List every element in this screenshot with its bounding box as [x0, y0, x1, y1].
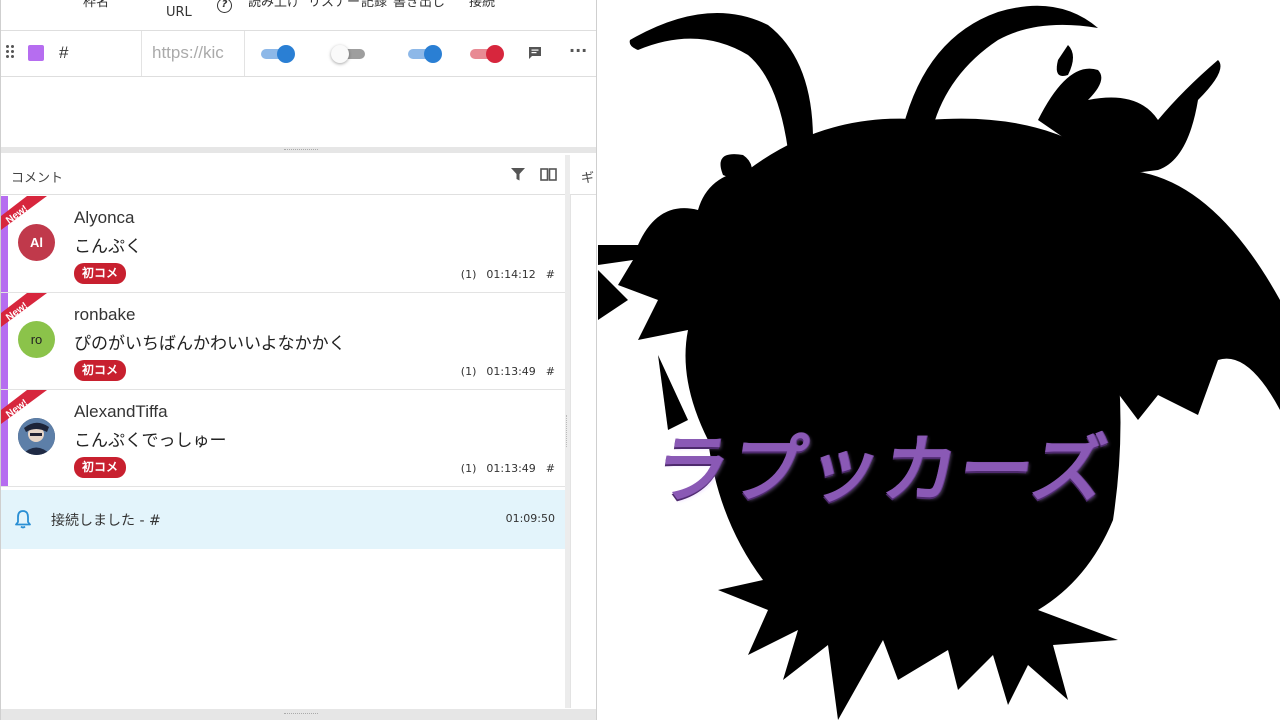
gift-panel-divider	[570, 195, 571, 708]
comment-item[interactable]: New! ro ronbake ぴのがいちばんかわいいよなかかく 初コメ (1)…	[1, 293, 565, 390]
stream-overlay-artwork: ラプッカーズ	[598, 0, 1280, 720]
horizontal-splitter[interactable]	[1, 147, 596, 153]
header-record: 記録	[361, 0, 388, 10]
comment-frame: #	[545, 268, 555, 281]
system-message-row: 接続しました - # 01:09:50	[1, 490, 565, 549]
read-aloud-toggle[interactable]	[259, 44, 295, 64]
comment-time: 01:13:49	[486, 365, 536, 378]
comment-text: こんぷくでっしゅー	[74, 431, 227, 451]
comment-author[interactable]: AlexandTiffa	[74, 402, 168, 422]
columns-icon[interactable]	[540, 168, 557, 181]
comment-count: (1)	[460, 268, 477, 281]
comment-text: こんぷく	[74, 237, 142, 257]
bottom-splitter[interactable]	[1, 709, 596, 720]
drag-handle-icon[interactable]	[6, 45, 16, 61]
connect-toggle[interactable]	[468, 44, 504, 64]
comment-meta: (1) 01:13:49 #	[461, 365, 555, 378]
gift-panel-title: ギ	[581, 171, 595, 186]
comment-meta: (1) 01:13:49 #	[461, 462, 555, 475]
comment-meta: (1) 01:14:12 #	[461, 268, 555, 281]
header-listener: リスナー	[308, 0, 361, 10]
header-read-aloud: 読み上げ	[248, 0, 301, 10]
help-icon[interactable]: ?	[217, 0, 232, 13]
comment-count: (1)	[460, 365, 477, 378]
monster-silhouette	[598, 5, 1280, 720]
connection-table-header: 枠名 URL ? 読み上げ リスナー 記録 書き出し 接続	[1, 0, 596, 31]
comment-count: (1)	[460, 462, 477, 475]
gift-panel: ギ	[570, 155, 596, 708]
system-message-time: 01:09:50	[505, 512, 555, 525]
url-cell	[141, 31, 245, 76]
comment-item[interactable]: New! AlexandTiffa こんぷくでっしゅー 初コメ (1) 01:13…	[1, 390, 565, 487]
comment-author[interactable]: ronbake	[74, 305, 135, 325]
avatar[interactable]: Al	[18, 224, 55, 261]
first-comment-badge: 初コメ	[74, 457, 127, 478]
comments-panel: コメント New! Al Alyonca こんぷく 初コメ (1) 01:14:1…	[1, 155, 565, 708]
comment-text: ぴのがいちばんかわいいよなかかく	[74, 334, 346, 354]
comment-frame: #	[545, 365, 555, 378]
frame-name[interactable]: #	[59, 43, 68, 63]
more-options-icon[interactable]: ···	[569, 43, 587, 61]
connection-row: # ···	[1, 31, 596, 77]
header-connect: 接続	[469, 0, 496, 10]
artwork-title: ラプッカーズ	[649, 427, 1114, 513]
first-comment-badge: 初コメ	[74, 263, 127, 284]
filter-icon[interactable]	[511, 168, 525, 181]
comment-viewer-app: 枠名 URL ? 読み上げ リスナー 記録 書き出し 接続 # ···	[0, 0, 597, 720]
comment-time: 01:13:49	[486, 462, 536, 475]
comment-frame: #	[545, 462, 555, 475]
system-message-text: 接続しました - #	[51, 513, 161, 529]
frame-color-swatch[interactable]	[28, 45, 44, 61]
message-icon[interactable]	[527, 45, 543, 61]
url-input[interactable]	[152, 41, 238, 65]
comments-panel-title: コメント	[11, 171, 64, 186]
comments-panel-header: コメント	[1, 155, 565, 195]
first-comment-badge: 初コメ	[74, 360, 127, 381]
bell-icon	[15, 510, 31, 529]
avatar[interactable]: ro	[18, 321, 55, 358]
comment-time: 01:14:12	[486, 268, 536, 281]
record-toggle[interactable]	[406, 44, 442, 64]
avatar-image[interactable]	[18, 418, 55, 455]
comment-author[interactable]: Alyonca	[74, 208, 134, 228]
header-url: URL	[166, 5, 192, 20]
header-export: 書き出し	[393, 0, 446, 10]
listener-toggle[interactable]	[331, 44, 367, 64]
header-frame-name: 枠名	[83, 0, 110, 10]
gift-panel-header: ギ	[570, 155, 596, 195]
comment-item[interactable]: New! Al Alyonca こんぷく 初コメ (1) 01:14:12 #	[1, 196, 565, 293]
splitter-grip[interactable]	[566, 415, 569, 447]
